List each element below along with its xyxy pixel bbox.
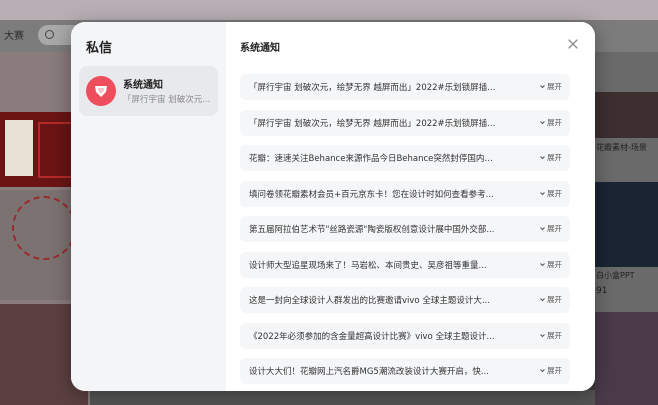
- expand-button[interactable]: 展开: [539, 188, 562, 199]
- background-nav-text: 大赛: [4, 31, 24, 42]
- notification-item[interactable]: 设计大大们！花瓣网上汽名爵MG5潮流改装设计大赛开启，快... 展开: [240, 358, 570, 384]
- expand-button[interactable]: 展开: [539, 330, 562, 341]
- expand-button[interactable]: 展开: [539, 223, 562, 234]
- notification-text: 设计大大们！花瓣网上汽名爵MG5潮流改装设计大赛开启，快...: [249, 367, 489, 377]
- notification-item[interactable]: 第五届阿拉伯艺术节"丝路瓷源"陶瓷版权创意设计展中国外交部... 展开: [240, 216, 570, 242]
- expand-button[interactable]: 展开: [539, 259, 562, 270]
- notification-text: 「屏行宇宙 划破次元，绘梦无界 越屏而出」2022#乐划锁屏插...: [249, 83, 496, 93]
- background-strip: [90, 390, 595, 405]
- background-card-caption: 白小盒PPT: [596, 271, 635, 280]
- notification-item[interactable]: 「屏行宇宙 划破次元，绘梦无界 越屏而出」2022#乐划锁屏插... 展开: [240, 109, 570, 136]
- sidebar-title: 私信: [86, 41, 113, 56]
- notification-item[interactable]: 《2022年必须参加的含金量超高设计比赛》vivo 全球主题设计... 展开: [240, 322, 570, 349]
- notification-text: 这是一封向全球设计人群发出的比赛邀请vivo 全球主题设计大...: [249, 296, 490, 306]
- notification-text: 《2022年必须参加的含金量超高设计比赛》vivo 全球主题设计...: [249, 331, 495, 342]
- background-card-caption: 花瓣素材-场景: [596, 143, 647, 152]
- expand-label: 展开: [547, 188, 562, 198]
- panel-title: 系统通知: [240, 43, 280, 54]
- expand-button[interactable]: 展开: [539, 117, 562, 128]
- close-button[interactable]: [566, 36, 580, 50]
- chevron-down-icon: [540, 369, 545, 373]
- expand-button[interactable]: 展开: [539, 152, 562, 163]
- expand-button[interactable]: 展开: [539, 81, 562, 92]
- conversation-name: 系统通知: [123, 80, 163, 91]
- conversation-preview: 「屏行宇宙 划破次元...: [123, 95, 211, 105]
- background-card-detail: [5, 120, 33, 176]
- notification-text: 第五届阿拉伯艺术节"丝路瓷源"陶瓷版权创意设计展中国外交部...: [249, 225, 495, 235]
- background-card: [595, 182, 658, 267]
- expand-label: 展开: [547, 224, 562, 233]
- chevron-down-icon: [540, 120, 545, 124]
- expand-button[interactable]: 展开: [539, 365, 562, 376]
- shield-icon: [95, 86, 107, 97]
- notification-text: 设计师大型追星现场来了！马岩松、本间贵史、吴彦祖等重量...: [249, 260, 487, 271]
- notification-item[interactable]: 「屏行宇宙 划破次元，绘梦无界 越屏而出」2022#乐划锁屏插... 展开: [240, 74, 570, 100]
- background-card-detail: [12, 196, 76, 260]
- chevron-down-icon: [540, 156, 545, 160]
- notification-item[interactable]: 设计师大型追星现场来了！马岩松、本间贵史、吴彦祖等重量... 展开: [240, 251, 570, 278]
- expand-label: 展开: [547, 153, 562, 162]
- notification-list[interactable]: 「屏行宇宙 划破次元，绘梦无界 越屏而出」2022#乐划锁屏插... 展开 「屏…: [240, 74, 570, 391]
- expand-label: 展开: [547, 295, 562, 304]
- conversation-item-system-notice[interactable]: 系统通知 「屏行宇宙 划破次元...: [79, 66, 218, 116]
- conversation-sidebar: 私信 系统通知 「屏行宇宙 划破次元...: [71, 22, 226, 391]
- chevron-down-icon: [540, 333, 545, 337]
- expand-label: 展开: [547, 366, 562, 375]
- close-icon: [568, 39, 578, 49]
- chevron-down-icon: [540, 298, 545, 302]
- background-card-count: 91: [596, 286, 608, 296]
- notification-text: 花瓣：速速关注Behance来源作品今日Behance突然封停国内账...: [249, 154, 499, 164]
- message-panel: 系统通知 「屏行宇宙 划破次元，绘梦无界 越屏而出」2022#乐划锁屏插... …: [226, 22, 595, 391]
- chevron-down-icon: [540, 227, 545, 231]
- expand-label: 展开: [547, 330, 562, 340]
- private-messages-modal: 私信 系统通知 「屏行宇宙 划破次元... 系统通知 「屏行宇宙 划破次元，绘梦…: [71, 22, 595, 391]
- chevron-down-icon: [540, 262, 545, 266]
- chevron-down-icon: [540, 85, 545, 89]
- background-card: [595, 92, 658, 138]
- expand-label: 展开: [547, 259, 562, 269]
- background-banner: [0, 0, 658, 20]
- background-card: [595, 312, 658, 405]
- notification-item[interactable]: 花瓣：速速关注Behance来源作品今日Behance突然封停国内账... 展开: [240, 145, 570, 171]
- chevron-down-icon: [540, 191, 545, 195]
- expand-label: 展开: [547, 117, 562, 127]
- expand-label: 展开: [547, 82, 562, 91]
- notification-text: 「屏行宇宙 划破次元，绘梦无界 越屏而出」2022#乐划锁屏插...: [249, 118, 496, 129]
- expand-button[interactable]: 展开: [539, 294, 562, 305]
- avatar: [86, 76, 116, 106]
- notification-item[interactable]: 填问卷领花瓣素材会员+百元京东卡！您在设计时如何查看参考... 展开: [240, 180, 570, 207]
- notification-text: 填问卷领花瓣素材会员+百元京东卡！您在设计时如何查看参考...: [249, 189, 494, 200]
- search-icon: [45, 30, 54, 39]
- notification-item[interactable]: 这是一封向全球设计人群发出的比赛邀请vivo 全球主题设计大... 展开: [240, 287, 570, 313]
